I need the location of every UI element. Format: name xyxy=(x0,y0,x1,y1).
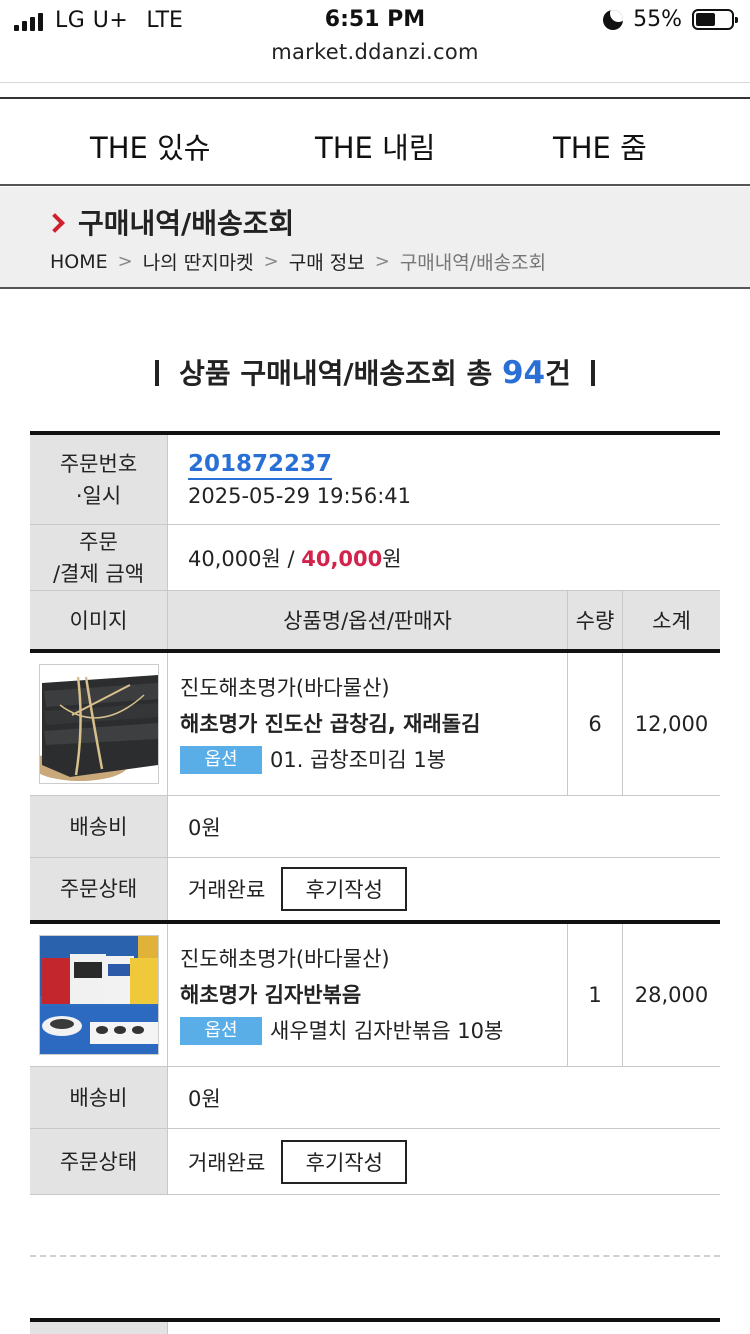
page-title: 구매내역/배송조회 xyxy=(45,202,295,242)
product-thumbnail[interactable] xyxy=(38,935,159,1055)
write-review-button[interactable]: 후기작성 xyxy=(281,867,408,911)
subtotal-cell: 28,000 xyxy=(634,983,709,1007)
breadcrumb: HOME > 나의 딴지마켓 > 구매 정보 > 구매내역/배송조회 xyxy=(50,248,546,275)
option-badge: 옵션 xyxy=(180,746,262,774)
shipping-label: 배송비 xyxy=(30,1067,168,1128)
breadcrumb-section: 구매내역/배송조회 HOME > 나의 딴지마켓 > 구매 정보 > 구매내역/… xyxy=(0,187,750,289)
shipping-label: 배송비 xyxy=(30,796,168,857)
product-image-cell xyxy=(30,924,168,1066)
nav-item-naerim[interactable]: THE 내림 xyxy=(315,125,435,167)
battery-icon xyxy=(692,9,738,30)
shipping-value: 0원 xyxy=(188,815,221,840)
status-row: 주문상태 거래완료 후기작성 xyxy=(30,1129,720,1195)
option-value: 01. 곱창조미김 1봉 xyxy=(270,748,447,772)
product-thumbnail[interactable] xyxy=(38,664,159,784)
column-header-qty: 수량 xyxy=(568,591,623,649)
option-value: 새우멸치 김자반볶음 10봉 xyxy=(270,1019,504,1043)
chevron-right-icon: > xyxy=(374,251,390,272)
table-row: 진도해초명가(바다물산) 해초명가 김자반볶음 옵션 새우멸치 김자반볶음 10… xyxy=(30,924,720,1067)
breadcrumb-home[interactable]: HOME xyxy=(50,251,108,273)
shipping-row: 배송비 0원 xyxy=(30,1067,720,1129)
payment-label: 주문 /결제 금액 xyxy=(30,525,168,590)
shipping-value: 0원 xyxy=(188,1086,221,1111)
next-order-table xyxy=(30,1318,720,1334)
table-row: 진도해초명가(바다물산) 해초명가 진도산 곱창김, 재래돌김 옵션 01. 곱… xyxy=(30,653,720,796)
status-row: 주문상태 거래완료 후기작성 xyxy=(30,858,720,924)
seaweed-image xyxy=(39,665,158,783)
status-cell: 거래완료 후기작성 xyxy=(168,1129,720,1194)
heading-bar-right xyxy=(590,360,595,386)
url-bar[interactable]: market.ddanzi.com xyxy=(0,40,750,64)
heading-suffix: 건 xyxy=(545,357,571,390)
product-info-cell: 진도해초명가(바다물산) 해초명가 김자반볶음 옵션 새우멸치 김자반볶음 10… xyxy=(168,924,568,1066)
column-header-image: 이미지 xyxy=(30,591,168,649)
order-datetime: 2025-05-29 19:56:41 xyxy=(188,484,412,508)
product-image-cell xyxy=(30,653,168,795)
next-order-header-stub xyxy=(30,1322,168,1334)
breadcrumb-purchase-info[interactable]: 구매 정보 xyxy=(289,248,365,275)
order-number-cell: 201872237 2025-05-29 19:56:41 xyxy=(168,435,720,524)
status-bar: LG U+ LTE 6:51 PM 55% xyxy=(0,0,750,42)
page-title-text: 구매내역/배송조회 xyxy=(78,207,295,240)
nav-item-issue[interactable]: THE 있슈 xyxy=(90,125,210,167)
chevron-right-icon xyxy=(45,213,65,233)
top-nav: THE 있슈 THE 내림 THE 줌 xyxy=(0,97,750,186)
status-value: 거래완료 xyxy=(188,878,266,902)
product-info-cell: 진도해초명가(바다물산) 해초명가 진도산 곱창김, 재래돌김 옵션 01. 곱… xyxy=(168,653,568,795)
won-unit: 원 xyxy=(382,546,402,571)
product-option: 옵션 01. 곱창조미김 1봉 xyxy=(180,742,567,778)
column-header-subtotal: 소계 xyxy=(652,609,691,633)
section-heading: 상품 구매내역/배송조회 총 94건 xyxy=(0,352,750,392)
chevron-right-icon: > xyxy=(117,251,133,272)
order-table: 주문번호 ·일시 201872237 2025-05-29 19:56:41 주… xyxy=(30,431,720,1195)
option-badge: 옵션 xyxy=(180,1017,262,1045)
heading-bar-left xyxy=(155,360,160,386)
breadcrumb-my-market[interactable]: 나의 딴지마켓 xyxy=(143,248,254,275)
subtotal-cell: 12,000 xyxy=(634,712,709,736)
payment-cell: 40,000원 / 40,000원 xyxy=(168,525,720,590)
status-right: 55% xyxy=(603,7,738,32)
status-label: 주문상태 xyxy=(30,858,168,920)
write-review-button[interactable]: 후기작성 xyxy=(281,1139,408,1184)
seller-name[interactable]: 진도해초명가(바다물산) xyxy=(180,941,567,977)
status-cell: 거래완료 후기작성 xyxy=(168,858,720,920)
dashed-divider xyxy=(30,1255,720,1257)
items-header-row: 이미지 상품명/옵션/판매자 수량 소계 xyxy=(30,591,720,653)
quantity-cell: 6 xyxy=(568,653,623,795)
status-value: 거래완료 xyxy=(188,1150,266,1175)
seasoned-laver-image xyxy=(39,936,158,1054)
payment-row: 주문 /결제 금액 40,000원 / 40,000원 xyxy=(30,525,720,591)
order-count: 94 xyxy=(501,355,546,391)
moon-icon xyxy=(603,9,624,30)
battery-percent: 55% xyxy=(633,7,682,32)
product-title[interactable]: 해초명가 김자반볶음 xyxy=(180,977,567,1013)
order-amount: 40,000원 / xyxy=(188,546,302,571)
order-number-link[interactable]: 201872237 xyxy=(188,451,333,480)
seller-name[interactable]: 진도해초명가(바다물산) xyxy=(180,670,567,706)
heading-prefix: 상품 구매내역/배송조회 총 xyxy=(179,357,502,390)
product-option: 옵션 새우멸치 김자반볶음 10봉 xyxy=(180,1013,567,1049)
shipping-row: 배송비 0원 xyxy=(30,796,720,858)
column-header-name: 상품명/옵션/판매자 xyxy=(168,591,568,649)
chevron-right-icon: > xyxy=(263,251,279,272)
status-label: 주문상태 xyxy=(30,1129,168,1194)
quantity-cell: 1 xyxy=(568,924,623,1066)
order-number-row: 주문번호 ·일시 201872237 2025-05-29 19:56:41 xyxy=(30,435,720,525)
order-number-label: 주문번호 ·일시 xyxy=(30,435,168,524)
paid-amount: 40,000 xyxy=(301,546,383,571)
product-title[interactable]: 해초명가 진도산 곱창김, 재래돌김 xyxy=(180,706,567,742)
nav-item-jum[interactable]: THE 줌 xyxy=(553,125,647,167)
divider xyxy=(0,82,750,83)
breadcrumb-current: 구매내역/배송조회 xyxy=(399,252,547,274)
